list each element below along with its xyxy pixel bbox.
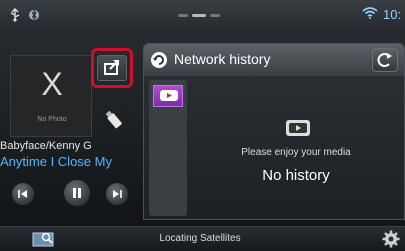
reload-button[interactable] — [372, 48, 398, 72]
no-photo-label: No Photo — [37, 116, 67, 123]
status-bar: 10: — [0, 0, 405, 32]
refresh-icon — [151, 52, 167, 68]
page-indicator — [178, 14, 220, 18]
next-icon — [113, 190, 122, 198]
play-pause-icon — [73, 188, 81, 198]
enjoy-message: Please enjoy your media — [241, 147, 351, 158]
usb-icon — [10, 8, 20, 22]
panel-sidebar — [149, 80, 187, 216]
next-button[interactable] — [106, 183, 128, 205]
usb-stick-icon — [105, 110, 122, 129]
no-photo-icon: X — [41, 66, 63, 102]
track-title: Anytime I Close My — [0, 154, 112, 169]
head-unit-screen: 10: X No Photo Babyface/Kenny G Anytime … — [0, 0, 405, 251]
clock: 10: — [383, 7, 402, 22]
empty-state-text: No history — [262, 167, 330, 184]
youtube-tile[interactable] — [153, 85, 183, 107]
reload-icon — [377, 53, 392, 67]
youtube-logo — [286, 120, 310, 136]
share-button-highlight — [91, 48, 133, 88]
wifi-icon — [362, 7, 378, 19]
gear-icon[interactable] — [382, 230, 400, 248]
panel-title: Network history — [174, 51, 271, 67]
bluetooth-icon — [29, 9, 39, 21]
play-pause-button[interactable] — [64, 180, 90, 206]
bottom-bar: Locating Satellites — [0, 226, 405, 251]
network-history-panel: Network history Please enjoy your media — [143, 43, 405, 220]
album-art[interactable]: X No Photo — [10, 55, 92, 137]
youtube-logo — [160, 90, 178, 101]
previous-button[interactable] — [12, 183, 34, 205]
artist-name: Babyface/Kenny G — [0, 140, 92, 152]
navigation-icon[interactable] — [32, 230, 54, 248]
previous-icon — [18, 190, 27, 198]
panel-header: Network history — [144, 44, 404, 76]
gps-status: Locating Satellites — [159, 233, 241, 244]
